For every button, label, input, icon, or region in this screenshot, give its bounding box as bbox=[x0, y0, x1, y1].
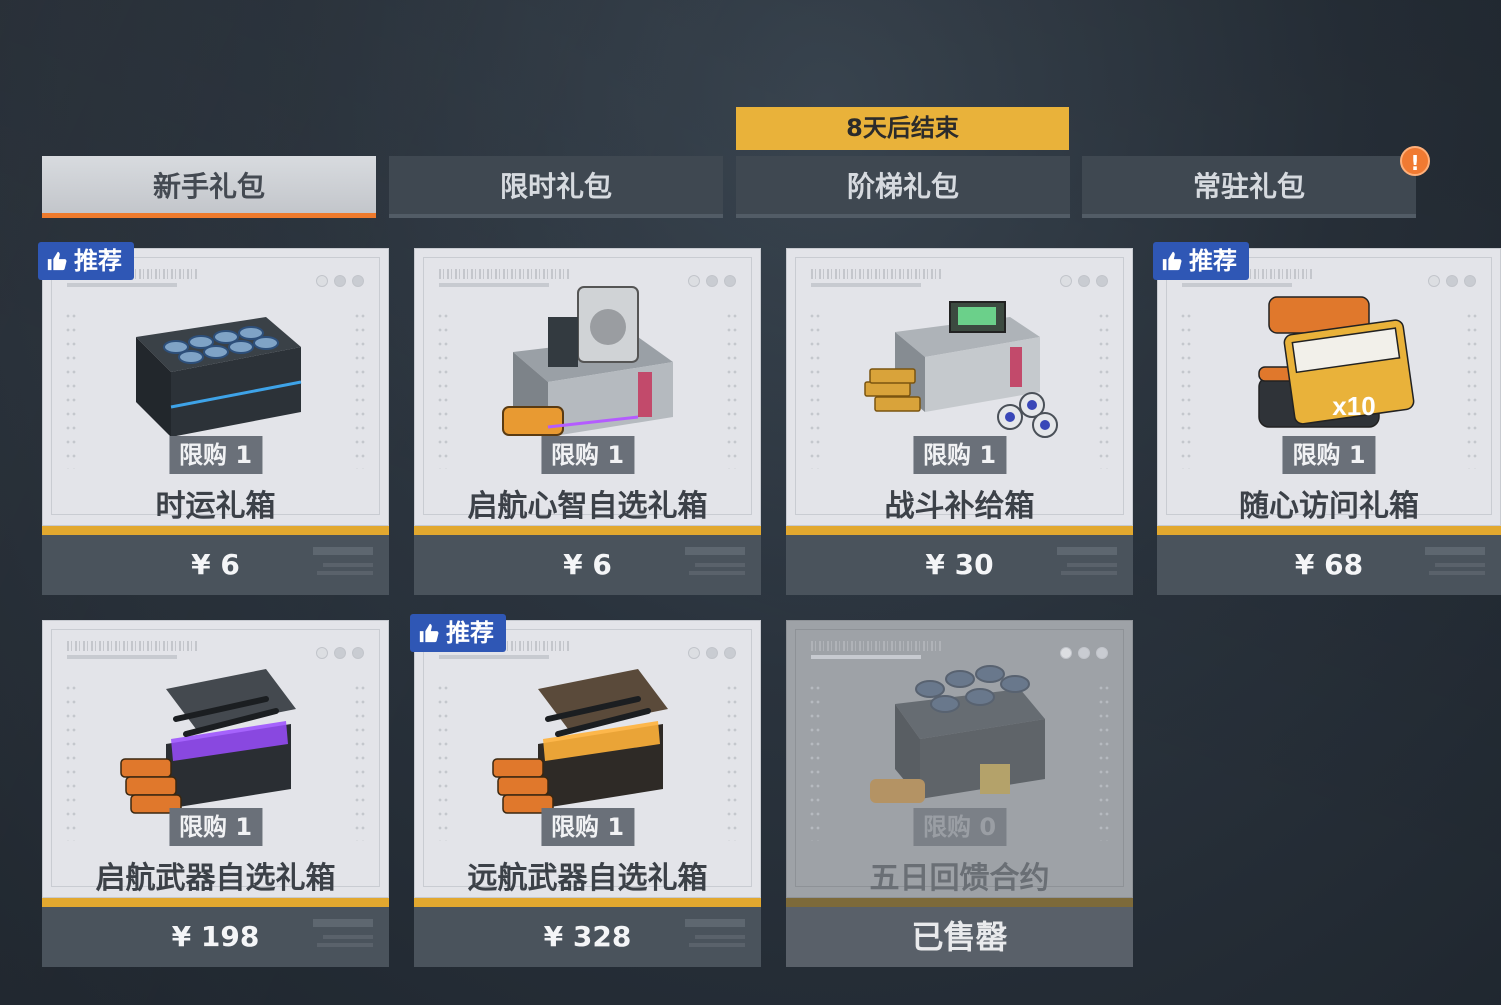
purchase-limit: 限购 1 bbox=[1282, 436, 1376, 474]
price-button[interactable]: ¥ 6 bbox=[414, 535, 761, 595]
card-face: 限购 1 时运礼箱 bbox=[42, 248, 389, 526]
gold-weapon-chest-icon bbox=[491, 669, 668, 814]
dots-decoration bbox=[316, 275, 364, 287]
recommended-badge: 推荐 bbox=[410, 614, 506, 652]
tab-limited-pack[interactable]: 限时礼包 bbox=[389, 156, 723, 218]
card-face: 限购 1 启航心智自选礼箱 bbox=[414, 248, 761, 526]
price-label: ¥ 30 bbox=[925, 548, 994, 581]
price-label: ¥ 68 bbox=[1294, 548, 1364, 581]
price-button[interactable]: ¥ 68 bbox=[1157, 535, 1501, 595]
dots-decoration bbox=[316, 647, 364, 659]
price-button[interactable]: ¥ 6 bbox=[42, 535, 389, 595]
coin-crate-icon bbox=[869, 665, 1045, 803]
pack-card-3[interactable]: 限购 1 战斗补给箱 ¥ 30 bbox=[786, 248, 1133, 595]
pack-name: 远航武器自选礼箱 bbox=[467, 861, 708, 896]
price-button[interactable]: ¥ 30 bbox=[786, 535, 1133, 595]
price-label: ¥ 6 bbox=[191, 548, 240, 581]
tab-permanent-pack[interactable]: 常驻礼包 ! bbox=[1082, 146, 1430, 218]
purchase-limit: 限购 0 bbox=[912, 808, 1007, 846]
pack-name: 时运礼箱 bbox=[155, 489, 276, 524]
price-label: ¥ 198 bbox=[171, 920, 260, 953]
tab-tiered-pack[interactable]: 阶梯礼包 bbox=[736, 156, 1070, 218]
pack-name: 战斗补给箱 bbox=[884, 489, 1035, 524]
pack-card-4[interactable]: x10 限购 1 随心访问礼箱 ¥ 68 推荐 bbox=[1153, 242, 1501, 595]
countdown-banner: 8天后结束 bbox=[736, 107, 1069, 150]
thumbs-up-icon bbox=[419, 623, 439, 643]
card-face: 限购 1 战斗补给箱 bbox=[786, 248, 1133, 526]
badge-label: 推荐 bbox=[446, 619, 494, 647]
supply-crate-icon bbox=[863, 301, 1058, 438]
coin-crate-icon bbox=[135, 317, 301, 437]
purchase-limit: 限购 1 bbox=[168, 808, 263, 846]
card-face: 限购 0 五日回馈合约 bbox=[786, 620, 1133, 898]
pack-card-5[interactable]: 限购 1 启航武器自选礼箱 ¥ 198 bbox=[42, 620, 389, 967]
pass-stack-icon: x10 bbox=[1258, 296, 1415, 428]
svg-text:x10: x10 bbox=[1332, 391, 1375, 421]
badge-label: 推荐 bbox=[1189, 247, 1237, 275]
price-button[interactable]: ¥ 328 bbox=[414, 907, 761, 967]
dots-decoration bbox=[688, 275, 736, 287]
recommended-badge: 推荐 bbox=[38, 242, 134, 280]
pack-name: 随心访问礼箱 bbox=[1239, 489, 1419, 524]
alert-icon: ! bbox=[1400, 146, 1430, 176]
card-face: x10 限购 1 随心访问礼箱 bbox=[1157, 248, 1501, 526]
dots-decoration bbox=[1060, 647, 1108, 659]
purchase-limit: 限购 1 bbox=[540, 808, 635, 846]
tab-newbie-pack[interactable]: 新手礼包 bbox=[42, 156, 376, 218]
soldout-label: 已售罄 bbox=[786, 907, 1133, 967]
pack-card-2[interactable]: 限购 1 启航心智自选礼箱 ¥ 6 bbox=[414, 248, 761, 595]
badge-label: 推荐 bbox=[74, 247, 122, 275]
card-face: 限购 1 启航武器自选礼箱 bbox=[42, 620, 389, 898]
thumbs-up-icon bbox=[47, 251, 67, 271]
recommended-badge: 推荐 bbox=[1153, 242, 1249, 280]
price-button[interactable]: ¥ 198 bbox=[42, 907, 389, 967]
purchase-limit: 限购 1 bbox=[540, 436, 635, 474]
purchase-limit: 限购 1 bbox=[168, 436, 263, 474]
pack-name: 启航武器自选礼箱 bbox=[95, 861, 336, 896]
thumbs-up-icon bbox=[1162, 251, 1182, 271]
tab-label: 常驻礼包 bbox=[1192, 170, 1305, 203]
pack-name: 五日回馈合约 bbox=[869, 861, 1050, 896]
price-label: ¥ 6 bbox=[563, 548, 612, 581]
price-label: ¥ 328 bbox=[543, 920, 632, 953]
pack-card-1[interactable]: 限购 1 时运礼箱 ¥ 6 推荐 bbox=[38, 242, 389, 595]
pack-card-7: 限购 0 五日回馈合约 已售罄 bbox=[786, 620, 1133, 967]
dots-decoration bbox=[1060, 275, 1108, 287]
purchase-limit: 限购 1 bbox=[912, 436, 1007, 474]
pack-name: 启航心智自选礼箱 bbox=[467, 489, 708, 524]
dots-decoration bbox=[688, 647, 736, 659]
pack-card-6[interactable]: 限购 1 远航武器自选礼箱 ¥ 328 推荐 bbox=[410, 614, 761, 967]
module-case-icon bbox=[501, 286, 673, 437]
purple-weapon-chest-icon bbox=[119, 669, 296, 814]
card-face: 限购 1 远航武器自选礼箱 bbox=[414, 620, 761, 898]
dots-decoration bbox=[1428, 275, 1476, 287]
